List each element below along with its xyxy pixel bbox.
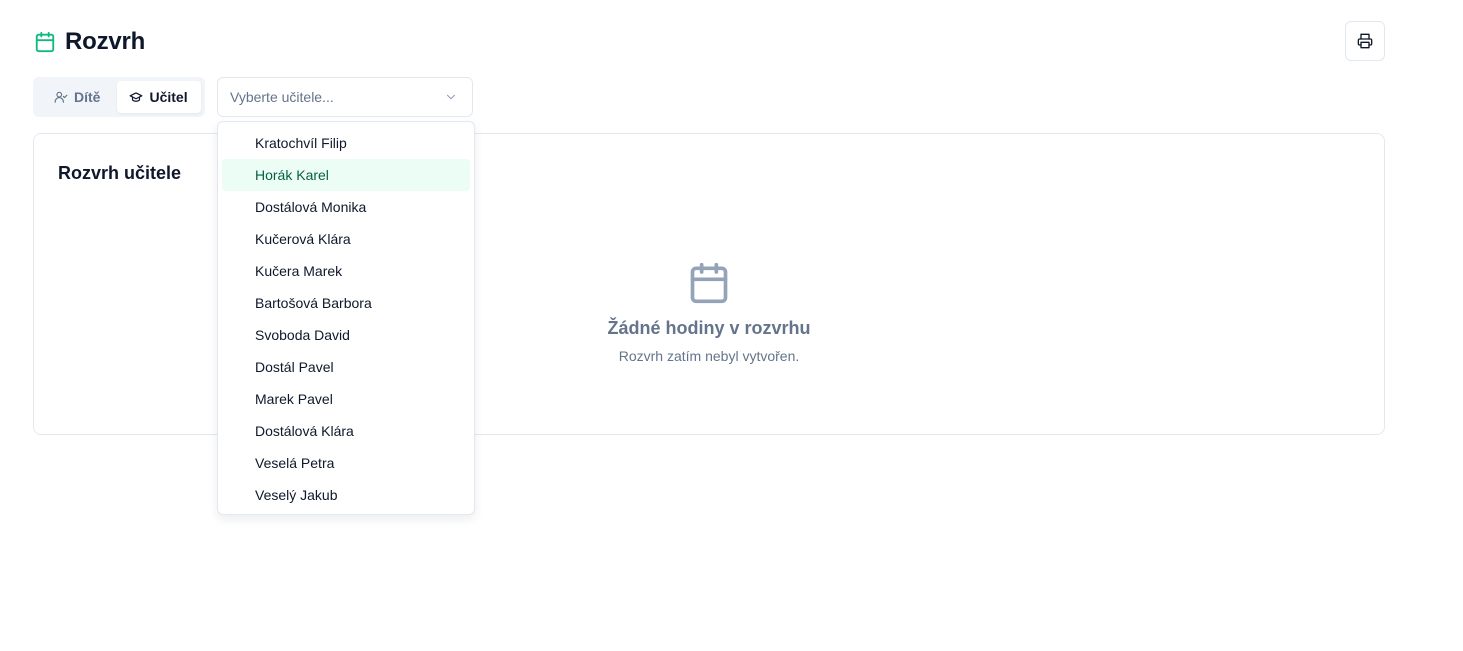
printer-icon xyxy=(1357,33,1373,49)
empty-state-subtitle: Rozvrh zatím nebyl vytvořen. xyxy=(618,348,800,364)
calendar-icon xyxy=(690,262,728,304)
teacher-select-placeholder: Vyberte učitele... xyxy=(230,89,334,105)
tab-teacher-label: Učitel xyxy=(149,89,188,105)
page-title: Rozvrh xyxy=(65,28,146,55)
dropdown-item[interactable]: Veselý Jakub xyxy=(222,479,470,511)
dropdown-item[interactable]: Bartošová Barbora xyxy=(222,287,470,319)
print-button[interactable] xyxy=(1345,21,1385,61)
schedule-page: Rozvrh Dítě Učitel Vyberte učitele... Ro… xyxy=(0,0,1463,651)
dropdown-item[interactable]: Dostálová Klára xyxy=(222,415,470,447)
dropdown-item[interactable]: Veselá Petra xyxy=(222,447,470,479)
dropdown-item[interactable]: Dostálová Monika xyxy=(222,191,470,223)
calendar-icon xyxy=(35,31,55,53)
card-title: Rozvrh učitele xyxy=(58,163,182,183)
tab-teacher[interactable]: Učitel xyxy=(117,81,201,113)
mode-toggle: Dítě Učitel xyxy=(33,77,205,117)
dropdown-item[interactable]: Svoboda David xyxy=(222,319,470,351)
dropdown-item[interactable]: Dostál Pavel xyxy=(222,351,470,383)
teacher-select[interactable]: Vyberte učitele... xyxy=(217,77,473,117)
dropdown-item[interactable]: Horák Karel xyxy=(222,159,470,191)
tab-child-label: Dítě xyxy=(74,89,101,105)
user-icon xyxy=(54,91,68,103)
dropdown-item[interactable]: Kratochvíl Filip xyxy=(222,127,470,159)
chevron-down-icon xyxy=(446,94,456,100)
graduation-cap-icon xyxy=(130,92,143,102)
dropdown-item[interactable]: Marek Pavel xyxy=(222,383,470,415)
page-header: Rozvrh xyxy=(34,28,145,56)
dropdown-item[interactable]: Kučerová Klára xyxy=(222,223,470,255)
empty-state-title: Žádné hodiny v rozvrhu xyxy=(607,318,811,338)
teacher-dropdown: Kratochvíl Filip Horák Karel Dostálová M… xyxy=(217,121,475,515)
dropdown-item[interactable]: Kučera Marek xyxy=(222,255,470,287)
tab-child[interactable]: Dítě xyxy=(37,81,116,113)
